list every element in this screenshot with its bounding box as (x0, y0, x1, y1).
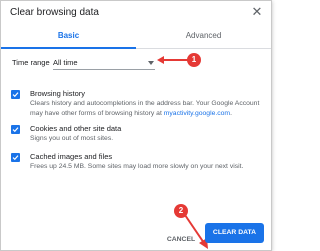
chevron-down-icon (148, 61, 154, 65)
dialog-title: Clear browsing data (10, 7, 99, 18)
cached-images-title: Cached images and files (30, 152, 113, 161)
cached-images-desc: Frees up 24.5 MB. Some sites may load mo… (30, 163, 244, 170)
clear-browsing-data-dialog: Clear browsing data ✕ Basic Advanced Tim… (0, 0, 272, 251)
browsing-history-desc-end: . (230, 109, 232, 117)
browsing-history-title: Browsing history (30, 89, 86, 98)
myactivity-link[interactable]: myactivity.google.com (164, 110, 230, 117)
tab-basic[interactable]: Basic (1, 25, 136, 49)
cookies-desc: Signs you out of most sites. (30, 135, 114, 142)
clear-data-button[interactable]: CLEAR DATA (205, 223, 264, 243)
browsing-history-checkbox[interactable] (11, 90, 20, 99)
time-range-label: Time range (12, 58, 50, 67)
active-tab-indicator (1, 47, 136, 49)
time-range-value: All time (53, 58, 78, 67)
browsing-history-desc: Clears history and autocompletions in th… (30, 99, 265, 118)
cancel-button[interactable]: CANCEL (163, 229, 199, 250)
cookies-title: Cookies and other site data (30, 124, 122, 133)
close-icon[interactable]: ✕ (251, 5, 263, 19)
time-range-select[interactable]: All time (53, 56, 155, 70)
cached-images-checkbox[interactable] (11, 153, 20, 162)
cookies-checkbox[interactable] (11, 125, 20, 134)
tab-bar: Basic Advanced (1, 25, 271, 49)
annotation-badge-1: 1 (187, 53, 201, 67)
tab-advanced[interactable]: Advanced (136, 25, 271, 49)
check-icon (12, 127, 19, 133)
check-icon (12, 92, 19, 98)
dialog-title-bar: Clear browsing data ✕ (1, 1, 271, 25)
check-icon (12, 155, 19, 161)
